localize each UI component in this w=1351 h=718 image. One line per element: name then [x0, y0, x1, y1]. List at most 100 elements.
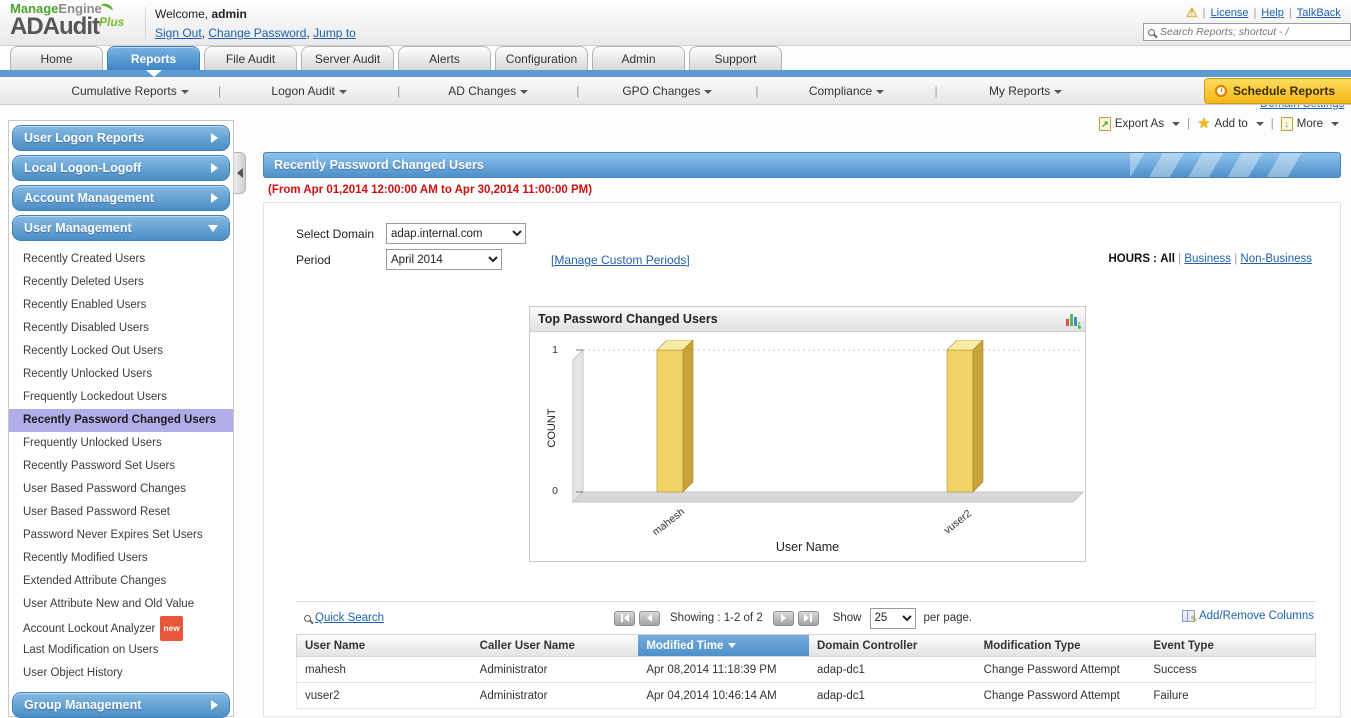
sort-desc-icon: [728, 643, 737, 648]
chevron-down-icon: [876, 89, 885, 94]
sidebar-item-user-based-password-reset[interactable]: User Based Password Reset: [9, 501, 233, 524]
column-header-modification-type[interactable]: Modification Type: [976, 635, 1146, 656]
sidebar-item-user-attribute-new-and-old-value[interactable]: User Attribute New and Old Value: [9, 593, 233, 616]
subnav-compliance[interactable]: Compliance: [759, 84, 935, 98]
chevron-left-icon: [236, 168, 243, 178]
sidebar-item-user-object-history[interactable]: User Object History: [9, 662, 233, 685]
sidebar-item-account-lockout-analyzer[interactable]: Account Lockout Analyzer new: [9, 616, 233, 641]
change-password-link[interactable]: Change Password: [208, 26, 306, 40]
export-as-button[interactable]: ↗ Export As: [1098, 117, 1181, 131]
separator: [1289, 7, 1292, 19]
column-header-modified-time[interactable]: Modified Time: [638, 635, 809, 656]
domain-select[interactable]: adap.internal.com: [386, 223, 526, 244]
period-select[interactable]: April 2014: [386, 249, 502, 270]
sidebar-section-user-management[interactable]: User Management: [12, 215, 230, 241]
sidebar-item-recently-modified-users[interactable]: Recently Modified Users: [9, 547, 233, 570]
chevron-down-icon: [520, 89, 529, 94]
tab-reports[interactable]: Reports: [107, 46, 200, 70]
sidebar-item-recently-created-users[interactable]: Recently Created Users: [9, 248, 233, 271]
sidebar-item-recently-password-changed-users[interactable]: Recently Password Changed Users: [9, 409, 233, 432]
more-button[interactable]: ↓ More: [1280, 117, 1339, 131]
column-label: Domain Controller: [817, 639, 918, 652]
sidebar-item-recently-locked-out-users[interactable]: Recently Locked Out Users: [9, 340, 233, 363]
sidebar-section-account-management[interactable]: Account Management: [12, 185, 230, 211]
chart-body: 1 0 COUNT mahesh vuser2 User Name: [530, 332, 1085, 561]
sidebar-item-recently-unlocked-users[interactable]: Recently Unlocked Users: [9, 363, 233, 386]
sidebar-item-frequently-lockedout-users[interactable]: Frequently Lockedout Users: [9, 386, 233, 409]
sidebar-item-last-modification-on-users[interactable]: Last Modification on Users: [9, 639, 233, 662]
column-header-user-name[interactable]: User Name: [297, 635, 472, 656]
table-row[interactable]: vuser2 Administrator Apr 04,2014 10:46:1…: [296, 683, 1316, 709]
hours-non-business-link[interactable]: Non-Business: [1240, 253, 1312, 265]
jump-to-link[interactable]: Jump to: [313, 26, 356, 40]
subnav-cumulative-reports[interactable]: Cumulative Reports: [42, 84, 218, 98]
more-label: More: [1296, 118, 1323, 130]
sidebar-item-user-based-password-changes[interactable]: User Based Password Changes: [9, 478, 233, 501]
comma: ,: [306, 26, 310, 40]
sidebar-item-recently-deleted-users[interactable]: Recently Deleted Users: [9, 271, 233, 294]
chart-left-wall: [572, 348, 584, 504]
next-page-button[interactable]: [772, 610, 794, 626]
sign-out-link[interactable]: Sign Out: [155, 26, 202, 40]
sidebar-item-extended-attribute-changes[interactable]: Extended Attribute Changes: [9, 570, 233, 593]
sidebar-collapse-handle[interactable]: [234, 152, 246, 194]
chevron-down-icon: [1054, 89, 1063, 94]
add-to-button[interactable]: ★ Add to: [1197, 116, 1264, 131]
tab-support[interactable]: Support: [689, 46, 782, 70]
report-actions: ↗ Export As ★ Add to ↓ More: [1098, 116, 1339, 131]
add-remove-columns-label: Add/Remove Columns: [1198, 610, 1314, 622]
tab-server-audit[interactable]: Server Audit: [301, 46, 394, 70]
more-icon: ↓: [1280, 117, 1293, 131]
schedule-reports-button[interactable]: Schedule Reports: [1203, 78, 1351, 104]
tab-home[interactable]: Home: [10, 46, 103, 70]
app-logo: ManageEngine ADAuditPlus: [10, 1, 124, 39]
tab-configuration[interactable]: Configuration: [495, 46, 588, 70]
quick-search-button[interactable]: Quick Search: [304, 612, 384, 624]
tab-alerts[interactable]: Alerts: [398, 46, 491, 70]
sidebar-item-frequently-unlocked-users[interactable]: Frequently Unlocked Users: [9, 432, 233, 455]
subnav-gpo-changes[interactable]: GPO Changes: [579, 84, 755, 98]
chart-type-icon[interactable]: +: [1066, 313, 1082, 329]
column-header-caller-user-name[interactable]: Caller User Name: [472, 635, 639, 656]
cell-modified-time: Apr 08,2014 11:18:39 PM: [646, 663, 777, 676]
tab-admin[interactable]: Admin: [592, 46, 685, 70]
manage-custom-periods-link[interactable]: [Manage Custom Periods]: [551, 253, 690, 267]
subnav-ad-changes[interactable]: AD Changes: [400, 84, 576, 98]
hours-business-link[interactable]: Business: [1184, 253, 1231, 265]
column-header-domain-controller[interactable]: Domain Controller: [809, 635, 976, 656]
hours-filter: HOURS : All Business Non-Business: [1108, 253, 1312, 265]
first-page-button[interactable]: [614, 610, 635, 626]
subnav-my-reports[interactable]: My Reports: [938, 84, 1114, 98]
export-icon: ↗: [1098, 117, 1111, 131]
sidebar-section-user-logon-reports[interactable]: User Logon Reports: [12, 125, 230, 151]
sidebar-item-recently-password-set-users[interactable]: Recently Password Set Users: [9, 455, 233, 478]
sidebar-item-recently-enabled-users[interactable]: Recently Enabled Users: [9, 294, 233, 317]
last-page-button[interactable]: [797, 610, 819, 626]
section-label: Group Management: [24, 698, 142, 712]
tab-file-audit[interactable]: File Audit: [204, 46, 297, 70]
column-label: Caller User Name: [479, 639, 575, 652]
prev-page-button[interactable]: [639, 610, 660, 626]
add-remove-columns-link[interactable]: Add/Remove Columns: [1181, 610, 1314, 625]
cell-modified-time: Apr 04,2014 10:46:14 AM: [646, 689, 777, 702]
column-label: Modification Type: [983, 639, 1081, 652]
add-to-label: Add to: [1214, 118, 1248, 130]
table-row[interactable]: mahesh Administrator Apr 08,2014 11:18:3…: [296, 657, 1316, 683]
search-input[interactable]: [1158, 25, 1346, 39]
username: admin: [211, 7, 247, 21]
column-header-event-type[interactable]: Event Type: [1145, 635, 1315, 656]
sidebar-section-local-logon-logoff[interactable]: Local Logon-Logoff: [12, 155, 230, 181]
cell-user-name: vuser2: [305, 689, 340, 702]
sidebar-item-password-never-expires-set-users[interactable]: Password Never Expires Set Users: [9, 524, 233, 547]
help-link[interactable]: Help: [1261, 7, 1284, 19]
sidebar-section-group-management[interactable]: Group Management: [12, 692, 230, 718]
page-size-select[interactable]: 25: [869, 607, 916, 629]
sidebar-item-recently-disabled-users[interactable]: Recently Disabled Users: [9, 317, 233, 340]
chevron-down-icon: [1172, 122, 1181, 126]
talkback-link[interactable]: TalkBack: [1297, 7, 1341, 19]
warning-icon[interactable]: ⚠: [1186, 5, 1198, 21]
chevron-down-icon: [338, 89, 347, 94]
subnav-logon-audit[interactable]: Logon Audit: [221, 84, 397, 98]
hours-all[interactable]: All: [1160, 253, 1175, 265]
license-link[interactable]: License: [1211, 7, 1249, 19]
